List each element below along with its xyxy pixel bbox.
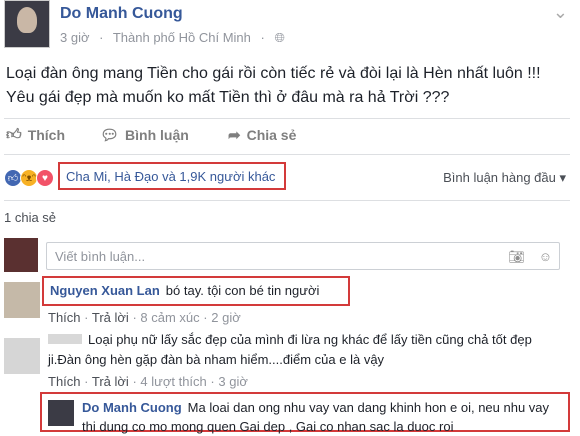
like-label: Thích bbox=[27, 127, 66, 143]
thumbs-up-icon: 👍︎ bbox=[6, 126, 22, 143]
post-line-2: Yêu gái đẹp mà muốn ko mất Tiền thì ở đâ… bbox=[6, 89, 450, 106]
share-label: Chia sẻ bbox=[246, 127, 297, 143]
like-button[interactable]: 👍︎ Thích bbox=[6, 126, 65, 144]
divider bbox=[4, 118, 570, 119]
comment-button[interactable]: 💬︎ Bình luận bbox=[100, 126, 189, 144]
divider bbox=[4, 154, 570, 155]
comment-time[interactable]: 3 giờ bbox=[218, 374, 248, 389]
comment-reply-link[interactable]: Trả lời bbox=[92, 374, 129, 389]
camera-icon[interactable]: 📷︎ bbox=[508, 249, 525, 265]
post-body: Loại đàn ông mang Tiền cho gái rồi còn t… bbox=[6, 62, 566, 110]
meta-separator: · bbox=[99, 30, 104, 45]
comment-text: Loại phụ nữ lấy sắc đẹp của mình đi lừa … bbox=[48, 332, 532, 367]
commenter-avatar[interactable] bbox=[4, 282, 40, 318]
dot-sep: · bbox=[132, 374, 137, 389]
comment-text: bó tay. tội con bé tin người bbox=[165, 283, 320, 298]
comment-reactions-count[interactable]: 8 cảm xúc bbox=[140, 310, 199, 325]
comment-reply-link[interactable]: Trả lời bbox=[92, 310, 129, 325]
post-location[interactable]: Thành phố Hồ Chí Minh bbox=[113, 30, 251, 45]
comment-input-icons: 📷︎ ☺ bbox=[508, 249, 552, 265]
chevron-down-icon[interactable]: ⌄ bbox=[553, 2, 568, 23]
commenter-name-blurred[interactable] bbox=[48, 334, 82, 344]
post-time[interactable]: 3 giờ bbox=[60, 30, 90, 45]
globe-icon: 🌐︎ bbox=[274, 30, 285, 45]
comment-time[interactable]: 2 giờ bbox=[211, 310, 241, 325]
reactors-summary[interactable]: Cha Mi, Hà Đạo và 1,9K người khác bbox=[58, 162, 286, 190]
share-count[interactable]: 1 chia sẻ bbox=[4, 210, 56, 225]
comment-input[interactable]: Viết bình luận... bbox=[46, 242, 560, 270]
current-user-avatar bbox=[4, 238, 38, 272]
reply-author-name[interactable]: Do Manh Cuong bbox=[82, 400, 182, 415]
comment-2-body: Loại phụ nữ lấy sắc đẹp của mình đi lừa … bbox=[48, 330, 568, 370]
comment-like-link[interactable]: Thích bbox=[48, 374, 81, 389]
post-line-1: Loại đàn ông mang Tiền cho gái rồi còn t… bbox=[6, 65, 541, 82]
commenter-name[interactable]: Nguyen Xuan Lan bbox=[50, 283, 160, 298]
author-avatar[interactable] bbox=[4, 0, 50, 48]
share-icon: ➦ bbox=[228, 127, 241, 144]
comment-actions: Thích · Trả lời · 4 lượt thích · 3 giờ bbox=[48, 374, 248, 389]
reaction-icons[interactable]: 👍︎ ᵔᴥᵔ ♥ bbox=[4, 169, 54, 187]
dot-sep: · bbox=[203, 310, 208, 325]
meta-separator-2: · bbox=[260, 30, 265, 45]
sticker-icon[interactable]: ☺ bbox=[539, 249, 552, 265]
dot-sep: · bbox=[84, 310, 89, 325]
share-button[interactable]: ➦ Chia sẻ bbox=[228, 126, 296, 144]
comment-icon: 💬︎ bbox=[100, 127, 120, 144]
comment-sort-dropdown[interactable]: Bình luận hàng đầu ▾ bbox=[443, 170, 566, 186]
dot-sep: · bbox=[84, 374, 89, 389]
reply-author-avatar[interactable] bbox=[48, 400, 74, 426]
divider bbox=[4, 200, 570, 201]
reply-body: Do Manh Cuong Ma loai dan ong nhu vay van… bbox=[82, 398, 562, 436]
commenter-avatar-blurred[interactable] bbox=[4, 338, 40, 374]
comment-actions: Thích · Trả lời · 8 cảm xúc · 2 giờ bbox=[48, 310, 241, 325]
dot-sep: · bbox=[132, 310, 137, 325]
comment-label: Bình luận bbox=[125, 127, 189, 143]
post-meta: 3 giờ · Thành phố Hồ Chí Minh · 🌐︎ bbox=[60, 30, 291, 46]
post-author-name[interactable]: Do Manh Cuong bbox=[60, 5, 183, 23]
dot-sep: · bbox=[210, 374, 215, 389]
love-reaction-icon: ♥ bbox=[36, 169, 54, 187]
comment-like-link[interactable]: Thích bbox=[48, 310, 81, 325]
comment-highlight: Nguyen Xuan Lan bó tay. tội con bé tin ng… bbox=[42, 276, 350, 306]
comment-likes-count[interactable]: 4 lượt thích bbox=[140, 374, 206, 389]
